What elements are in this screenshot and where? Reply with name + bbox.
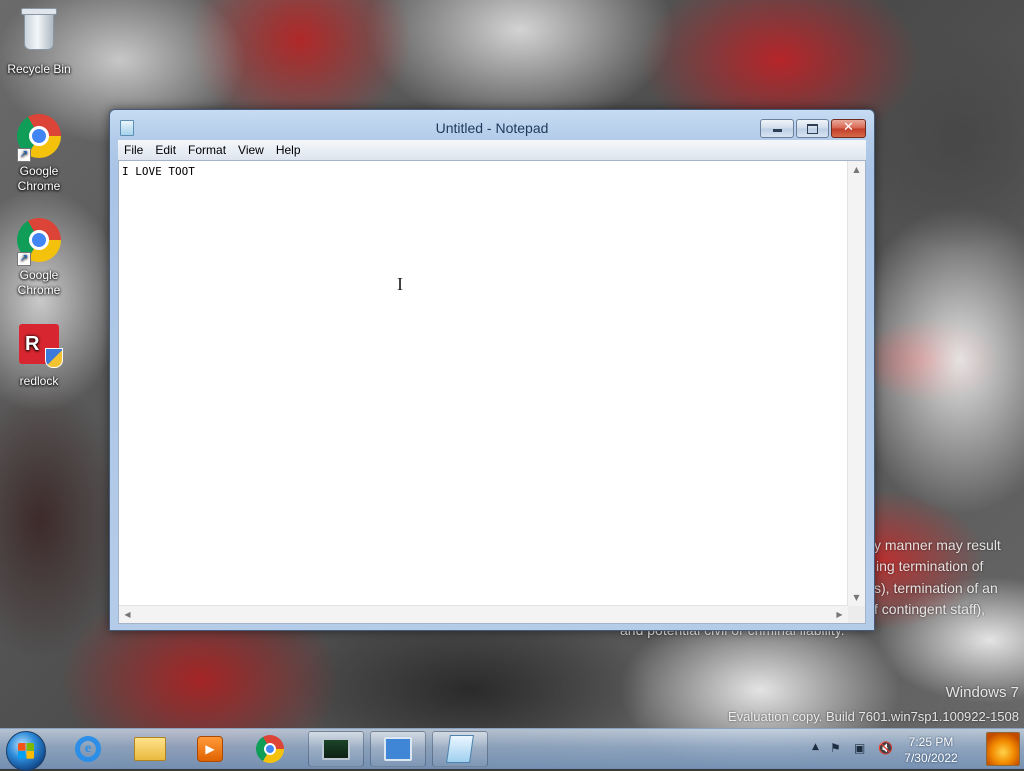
scrollbar-corner [848, 606, 865, 623]
watermark-line-2: ing termination of [876, 558, 984, 574]
clock-time: 7:25 PM [908, 735, 954, 749]
maximize-icon [807, 124, 818, 134]
media-player-icon: ▶ [197, 736, 223, 762]
remote-desktop-icon [384, 737, 412, 761]
menu-bar: File Edit Format View Help [118, 140, 866, 160]
task-manager-icon [322, 738, 350, 760]
notepad-icon [446, 735, 474, 763]
notepad-window[interactable]: Untitled - Notepad ✕ File Edit Format View H… [109, 109, 875, 631]
scroll-up-icon[interactable]: ▲ [848, 161, 865, 178]
desktop-icon-label: Google Chrome [17, 164, 61, 193]
watermark-line-4: f contingent staff), [874, 601, 986, 617]
menu-view[interactable]: View [232, 140, 270, 160]
clock-date: 7/30/2022 [904, 751, 958, 765]
desktop-icon-label: redlock [19, 374, 59, 388]
menu-edit[interactable]: Edit [149, 140, 182, 160]
volume-muted-icon[interactable]: 🔇 [878, 741, 893, 755]
taskbar: e ▶ ▲ ⚑ ▣ 🔇 7:25 PM 7/30/2022 [0, 728, 1024, 771]
close-icon: ✕ [843, 120, 854, 135]
document-text[interactable]: I LOVE TOOT [122, 165, 845, 603]
taskbar-remote-desktop[interactable] [370, 731, 426, 767]
minimize-button[interactable] [760, 119, 794, 138]
chrome-icon: ↗ [15, 218, 63, 266]
menu-file[interactable]: File [118, 140, 149, 160]
vertical-scrollbar[interactable]: ▲ ▼ [847, 161, 865, 606]
windows-logo-icon [18, 743, 34, 759]
taskbar-notepad[interactable] [432, 731, 488, 767]
taskbar-google-chrome[interactable] [242, 731, 298, 767]
taskbar-internet-explorer[interactable]: e [60, 731, 116, 767]
recycle-bin-icon [15, 8, 63, 60]
network-icon[interactable]: ▣ [854, 741, 865, 755]
chrome-icon: ↗ [15, 114, 63, 162]
watermark-build: Evaluation copy. Build 7601.win7sp1.1009… [727, 709, 1019, 724]
minimize-icon [772, 129, 782, 132]
horizontal-scrollbar[interactable]: ◀ ▶ [119, 605, 848, 623]
action-center-flag-icon[interactable]: ⚑ [830, 741, 841, 755]
scroll-down-icon[interactable]: ▼ [848, 589, 865, 606]
text-cursor-icon: I [397, 274, 403, 294]
scroll-left-icon[interactable]: ◀ [119, 606, 136, 623]
maximize-button[interactable] [796, 119, 829, 138]
watermark-os-name: Windows 7 [945, 684, 1019, 701]
google-chrome-icon [256, 735, 284, 763]
show-desktop-button[interactable] [986, 732, 1020, 766]
desktop-icon-google-chrome-2[interactable]: ↗ Google Chrome [1, 216, 77, 298]
redlock-icon: R [15, 324, 63, 372]
clock[interactable]: 7:25 PM 7/30/2022 [898, 734, 964, 766]
desktop-icon-label: Recycle Bin [7, 62, 71, 76]
show-hidden-icons-icon[interactable]: ▲ [812, 742, 819, 752]
taskbar-windows-explorer[interactable] [122, 731, 178, 767]
desktop-icon-google-chrome[interactable]: ↗ Google Chrome [1, 112, 77, 194]
watermark-line-1: y manner may result [874, 537, 1001, 553]
scroll-right-icon[interactable]: ▶ [831, 606, 848, 623]
taskbar-media-player[interactable]: ▶ [182, 731, 238, 767]
system-tray: ▲ ⚑ ▣ 🔇 7:25 PM 7/30/2022 [804, 729, 1024, 769]
desktop-icon-label: Google Chrome [17, 268, 61, 297]
folder-icon [134, 737, 166, 761]
menu-format[interactable]: Format [182, 140, 232, 160]
close-button[interactable]: ✕ [831, 119, 866, 138]
taskbar-task-manager[interactable] [308, 731, 364, 767]
desktop-icon-recycle-bin[interactable]: Recycle Bin [1, 6, 77, 77]
title-bar[interactable]: Untitled - Notepad ✕ [110, 110, 874, 140]
internet-explorer-icon: e [75, 736, 101, 762]
start-button[interactable] [6, 731, 46, 771]
menu-help[interactable]: Help [270, 140, 307, 160]
text-editor[interactable]: I LOVE TOOT I ▲ ▼ ◀ ▶ [118, 160, 866, 624]
desktop-icon-redlock[interactable]: R redlock [1, 320, 77, 389]
watermark-line-3: s), termination of an [874, 580, 998, 596]
